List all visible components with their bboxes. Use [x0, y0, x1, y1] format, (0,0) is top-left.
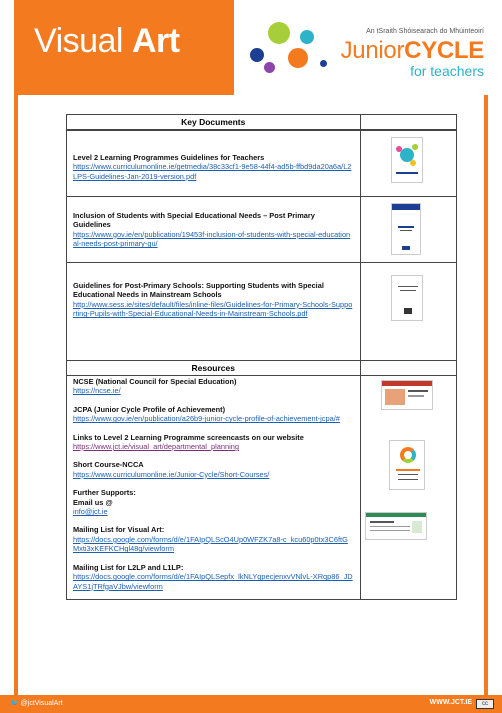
key-document-row: Guidelines for Post-Primary Schools: Sup…: [67, 262, 456, 360]
email-link[interactable]: info@jct.ie: [73, 507, 354, 516]
resource-title: Links to Level 2 Learning Programme scre…: [73, 432, 304, 442]
resource-link[interactable]: https://ncse.ie/: [73, 386, 354, 395]
dot-green: [268, 22, 290, 44]
resource-title: Mailing List for Visual Art:: [73, 525, 165, 535]
jcpa-thumbnail: [388, 440, 425, 490]
resource-item: Links to Level 2 Learning Programme scre…: [73, 433, 354, 452]
document-link[interactable]: https://www.gov.ie/en/publication/19453f…: [73, 230, 354, 249]
resource-title: Short Course-NCCA: [73, 460, 144, 470]
document-title: Guidelines for Post-Primary Schools: Sup…: [73, 281, 324, 300]
page-footer: 🐦 @jctVisualArt WWW.JCT.IE cc: [0, 695, 502, 713]
twitter-handle[interactable]: 🐦 @jctVisualArt: [10, 699, 63, 707]
short-course-thumbnail: [364, 512, 427, 540]
dot-teal: [300, 30, 314, 44]
brand-teachers: for teachers: [410, 63, 484, 79]
dot-blue: [250, 48, 264, 62]
resources-thumbnail-cell: [361, 376, 456, 599]
documents-table: Key Documents Level 2 Learning Programme…: [66, 114, 457, 600]
resources-heading: Resources: [67, 361, 361, 375]
document-title: Level 2 Learning Programmes Guidelines f…: [73, 153, 265, 162]
resources-row: NCSE (National Council for Special Educa…: [67, 376, 456, 599]
junior-cycle-logo: An tSraith Shóisearach do Mhúinteoirí Ju…: [340, 28, 485, 79]
sess-guidelines-thumbnail: [390, 275, 423, 321]
dot-navy: [320, 60, 327, 67]
resource-item: Further Supports: Email us @ info@jct.ie: [73, 488, 354, 516]
page-header: Visual Art An tSraith Shóisearach do Mhú…: [0, 0, 502, 95]
resource-item: Mailing List for Visual Art: https://doc…: [73, 525, 354, 553]
right-orange-bar: [484, 95, 488, 695]
resource-link[interactable]: https://docs.google.com/forms/d/e/1FAIpQ…: [73, 572, 354, 591]
resource-title: JCPA (Junior Cycle Profile of Achievemen…: [73, 404, 226, 414]
document-thumbnail-cell: [361, 197, 456, 262]
website-link[interactable]: WWW.JCT.IE: [430, 699, 472, 706]
key-document-entry: Guidelines for Post-Primary Schools: Sup…: [67, 263, 361, 360]
resource-link[interactable]: https://www.gov.ie/en/publication/a26b9-…: [73, 414, 354, 423]
brand-cycle: CYCLE: [404, 37, 484, 64]
brand-junior: Junior: [340, 37, 405, 64]
document-title: Inclusion of Students with Special Educa…: [73, 211, 315, 230]
key-documents-heading: Key Documents: [67, 115, 361, 129]
key-document-entry: Inclusion of Students with Special Educa…: [67, 197, 361, 262]
page-title: Visual Art: [34, 22, 180, 61]
brand-subtitle: An tSraith Shóisearach do Mhúinteoirí: [366, 28, 484, 35]
resource-title: Further Supports:: [73, 488, 136, 498]
left-orange-bar: [14, 95, 18, 695]
resource-item: Mailing List for L2LP and L1LP: https://…: [73, 563, 354, 591]
key-document-row: Inclusion of Students with Special Educa…: [67, 196, 456, 262]
resource-item: NCSE (National Council for Special Educa…: [73, 377, 354, 396]
resources-list: NCSE (National Council for Special Educa…: [67, 376, 361, 599]
brand-main: JuniorCYCLE: [340, 37, 485, 64]
document-thumbnail-cell: [361, 131, 456, 196]
key-document-entry: Level 2 Learning Programmes Guidelines f…: [67, 131, 361, 196]
logo-dots: [250, 22, 350, 82]
document-link[interactable]: https://www.curriculumonline.ie/getmedia…: [73, 162, 354, 181]
resource-link[interactable]: https://www.jct.ie/visual_art/department…: [73, 442, 354, 451]
dot-orange: [288, 48, 308, 68]
resource-link[interactable]: https://www.curriculumonline.ie/Junior-C…: [73, 470, 354, 479]
title-light: Visual: [34, 22, 132, 60]
key-documents-heading-row: Key Documents: [67, 115, 456, 130]
ncse-website-thumbnail: [380, 380, 433, 410]
resource-subtitle: Email us @: [73, 497, 113, 507]
resource-item: JCPA (Junior Cycle Profile of Achievemen…: [73, 405, 354, 424]
resource-link[interactable]: https://docs.google.com/forms/d/e/1FAIpQ…: [73, 535, 354, 554]
document-link[interactable]: http://www.sess.ie/sites/default/files/i…: [73, 300, 354, 319]
dot-purple: [264, 62, 275, 73]
resource-title: NCSE (National Council for Special Educa…: [73, 377, 237, 386]
key-document-row: Level 2 Learning Programmes Guidelines f…: [67, 130, 456, 196]
resource-title: Mailing List for L2LP and L1LP:: [73, 562, 184, 572]
heading-thumb-cell: [361, 115, 457, 129]
creative-commons-badge: cc: [476, 699, 494, 709]
inclusion-guidelines-thumbnail: [390, 203, 421, 255]
resource-item: Short Course-NCCA https://www.curriculum…: [73, 460, 354, 479]
l2lp-guidelines-thumbnail: [390, 137, 423, 183]
document-thumbnail-cell: [361, 263, 456, 360]
title-bold: Art: [131, 22, 180, 60]
resources-heading-row: Resources: [67, 360, 456, 376]
resources-heading-thumb-cell: [361, 361, 457, 375]
